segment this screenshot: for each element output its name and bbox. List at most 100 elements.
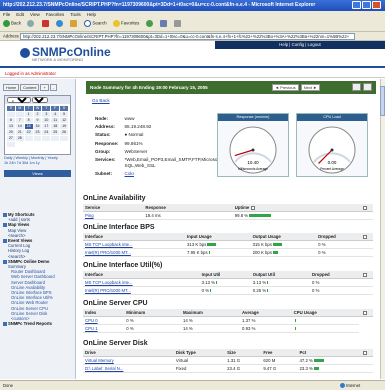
calendar-day[interactable]: 24 [42,130,51,135]
calendar-day[interactable]: 9 [33,118,42,123]
calendar-day[interactable]: 7 [15,118,24,123]
calendar-day[interactable]: 5 [60,112,68,117]
calendar-day[interactable]: 20 [7,130,15,135]
calendar-day[interactable]: 12 [60,118,68,123]
cell-iface[interactable]: MS TCP Loopback inte... [83,278,200,287]
chart-icon[interactable] [363,205,367,210]
calendar-day[interactable]: 19 [60,124,68,129]
tree-item[interactable]: SNMPc Trend Reports [3,321,75,326]
cell-max: 14 % [180,324,241,333]
node-detail-value[interactable]: Colo [125,171,230,177]
sort-icon[interactable] [251,205,256,210]
usage-bar [210,289,212,293]
cell-drive[interactable]: D:\ Label: Serial N... [83,364,174,373]
calendar-day[interactable]: 6 [7,118,15,123]
previous-button[interactable]: ◄ Previous [272,84,299,91]
search-button[interactable]: Search [84,20,107,27]
calendar-day[interactable]: 21 [15,130,24,135]
cell-size: 1.31 G [225,356,262,365]
cell-iface[interactable]: Intel(R) PRO/1000 MT... [83,248,186,257]
calendar-day[interactable]: 17 [42,124,51,129]
calendar-day[interactable]: 4 [51,112,60,117]
calendar-day[interactable]: 2 [33,112,42,117]
window-title-bar: http://202.212.23.7/SNMPcOnline/SCRIPT.P… [0,0,385,11]
menu-item[interactable]: Help [87,12,96,17]
menu-item[interactable]: Edit [16,12,24,17]
print-report-icon[interactable] [352,83,361,91]
cell-drive[interactable]: Virtual Memory [83,356,174,365]
header-nav[interactable]: Help | Config | Logout [215,41,385,49]
year-select[interactable]: 2005 [32,97,49,103]
chart-icon[interactable] [363,310,367,315]
maximize-button[interactable] [362,1,371,9]
chart-icon[interactable] [363,350,367,355]
disk-section: OnLine Server Disk Drive Disk Type Size Fre… [83,340,373,373]
address-input[interactable]: http://202.212.23.7/SNMPcOnline/SCRIPT.P… [19,33,355,40]
calendar-day[interactable]: 11 [51,118,60,123]
calendar-day[interactable]: 1 [24,112,33,117]
calendar-day[interactable]: 10 [42,118,51,123]
cell-index[interactable]: CPU 0 [83,316,125,325]
close-button[interactable] [372,1,381,9]
mail-button[interactable] [159,20,168,27]
column-header: Disk Type [173,349,226,357]
sidebar-tool-button[interactable]: + [40,84,49,91]
month-select[interactable]: February [7,97,31,103]
calendar-day[interactable]: 22 [24,130,33,135]
calendar-day[interactable]: 27 [7,136,15,141]
cell-iface[interactable]: MS TCP Loopback inte... [83,240,186,249]
stop-button[interactable] [41,20,50,27]
snmpc-logo-icon [20,48,30,58]
usage-bar [313,367,319,371]
page-scrollbar[interactable] [380,79,385,379]
go-back-link[interactable]: Go Back [92,98,110,103]
calendar-day[interactable]: 15 [24,124,33,129]
calendar-day[interactable]: 8 [24,118,33,123]
service-link[interactable]: Ping [83,211,144,220]
cell-output: 200 K bps [250,248,317,257]
calendar-day[interactable]: 14 [15,124,24,129]
scrollbar-thumb[interactable] [380,86,385,116]
calendar-day[interactable]: 13 [7,124,15,129]
calendar-day-header: F [51,106,60,111]
usage-bar [272,243,282,247]
calendar-day[interactable]: 28 [15,136,24,141]
calendar-day[interactable]: 25 [51,130,60,135]
back-label: Back [11,20,22,26]
sidebar-tool-button[interactable]: Content [20,84,40,91]
chart-icon-cell [359,233,373,241]
menu-item[interactable]: Tools [70,12,81,17]
refresh-button[interactable] [55,20,64,27]
calendar-day[interactable]: 16 [33,124,42,129]
views-bar[interactable]: Views [4,170,71,177]
export-icon[interactable] [363,83,372,91]
chart-icon[interactable] [363,272,367,277]
calendar-day[interactable]: 26 [60,130,68,135]
calendar-day[interactable]: 18 [51,124,60,129]
cell-size: 23.4 G [225,364,262,373]
cell-input: 7.95 K bps [185,248,251,257]
calendar-day[interactable]: 3 [42,112,51,117]
cell-iface[interactable]: Intel(R) PRO/1000 MT... [83,286,200,295]
back-button[interactable]: Back [3,20,21,27]
next-button[interactable]: Next ► [300,84,321,91]
node-detail-value: 99.861% [124,140,143,146]
calendar-day[interactable]: 23 [33,130,42,135]
media-button[interactable] [145,20,154,27]
sidebar-tool-button[interactable]: Home [3,84,20,91]
forward-button[interactable] [27,20,35,27]
menu-item[interactable]: Favorites [46,12,65,17]
dropped-value: 0 % [318,250,326,255]
calendar-day [24,136,33,141]
minimize-button[interactable] [352,1,361,9]
menu-item[interactable]: File [3,12,10,17]
menu-item[interactable]: View [30,12,40,17]
sidebar-tool-button[interactable]: - [49,84,57,91]
cell-index[interactable]: CPU 1 [83,324,125,333]
folder-icon [3,259,7,264]
favorites-button[interactable]: Favorites [112,20,139,27]
chart-icon[interactable] [363,234,367,239]
print-button[interactable] [174,20,182,27]
home-button[interactable] [70,20,78,27]
view-range-links[interactable]: 1h 24h 7d 30d 1m 1y [4,161,71,166]
